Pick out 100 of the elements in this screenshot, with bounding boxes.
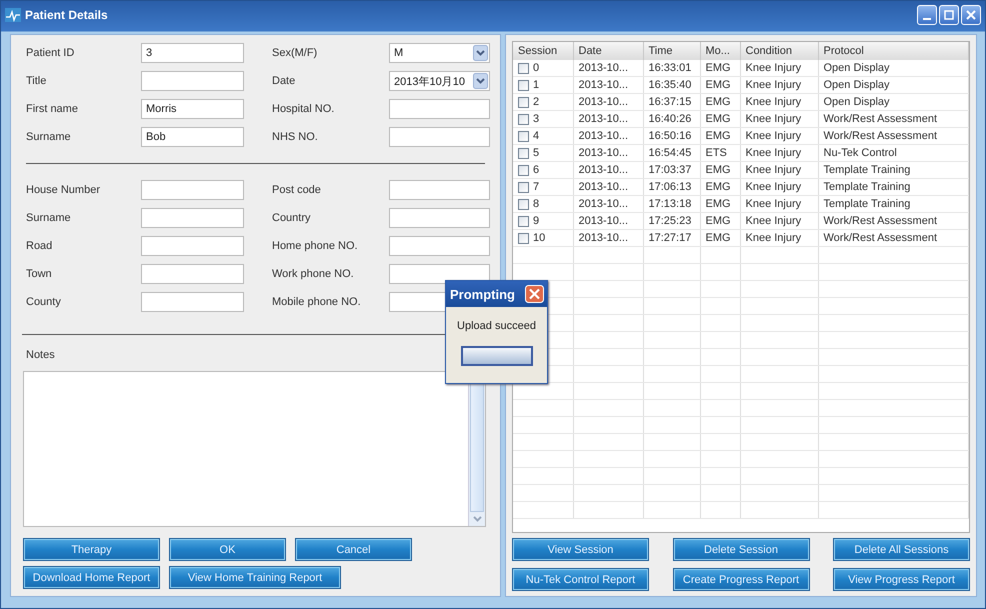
table-cell: 16:35:40 xyxy=(648,79,692,91)
table-cell: EMG xyxy=(706,164,731,176)
table-cell: EMG xyxy=(706,96,731,108)
row-checkbox[interactable] xyxy=(518,216,529,226)
table-cell: Template Training xyxy=(824,198,910,210)
table-cell: EMG xyxy=(706,232,731,244)
input-field[interactable]: Morris xyxy=(141,99,244,119)
table-cell: 17:25:23 xyxy=(648,215,692,227)
minimize-button[interactable] xyxy=(917,5,937,25)
action-button[interactable]: OK xyxy=(169,538,286,561)
action-button[interactable]: Therapy xyxy=(23,538,160,561)
dropdown[interactable]: 2013年10月10 xyxy=(389,71,490,91)
field-label: Patient ID xyxy=(26,47,76,59)
table-cell: Template Training xyxy=(824,164,910,176)
column-header[interactable]: Session xyxy=(513,42,573,60)
maximize-icon xyxy=(944,10,954,20)
table-cell: 10 xyxy=(533,232,546,244)
row-checkbox[interactable] xyxy=(518,62,529,74)
row-checkbox[interactable] xyxy=(518,182,529,192)
dialog-title: Prompting xyxy=(450,286,515,302)
table-cell: 2 xyxy=(533,96,540,108)
table-cell: 16:50:16 xyxy=(648,130,692,142)
row-checkbox[interactable] xyxy=(518,80,529,90)
table-cell: 9 xyxy=(533,215,540,227)
field-label: Home phone NO. xyxy=(272,240,359,252)
row-checkbox[interactable] xyxy=(518,114,529,124)
input-field[interactable] xyxy=(141,292,244,312)
dialog-button[interactable] xyxy=(460,346,532,366)
input-field[interactable] xyxy=(389,180,490,200)
field-label: Title xyxy=(26,75,48,87)
notes-field[interactable] xyxy=(23,371,486,527)
action-button[interactable]: View Progress Report xyxy=(833,568,970,591)
input-field[interactable] xyxy=(141,180,244,200)
input-field[interactable] xyxy=(141,264,244,284)
column-header[interactable]: Time xyxy=(643,42,700,60)
input-field[interactable]: Bob xyxy=(141,127,244,147)
table-cell: 2013-10... xyxy=(578,113,628,125)
action-button[interactable]: Delete Session xyxy=(672,538,810,561)
table-cell: Template Training xyxy=(824,181,910,193)
input-field[interactable] xyxy=(389,236,490,256)
table-cell: 17:13:18 xyxy=(648,198,692,210)
field-label: Date xyxy=(272,75,296,87)
action-button[interactable]: Cancel xyxy=(295,538,412,561)
column-header[interactable]: Mo... xyxy=(700,42,740,60)
table-cell: EMG xyxy=(706,62,731,74)
table-cell: 2013-10... xyxy=(578,164,628,176)
table-cell: 0 xyxy=(533,62,540,74)
table-cell: 17:06:13 xyxy=(648,181,692,193)
field-label: Road xyxy=(26,240,54,252)
field-label: Hospital NO. xyxy=(272,103,336,115)
column-header[interactable]: Protocol xyxy=(818,42,968,60)
action-button[interactable]: Download Home Report xyxy=(23,566,160,589)
field-label: Country xyxy=(272,212,312,224)
minimize-icon xyxy=(923,18,931,20)
row-checkbox[interactable] xyxy=(518,148,529,158)
table-cell: Knee Injury xyxy=(746,215,802,227)
action-button[interactable]: View Session xyxy=(512,538,649,561)
close-button[interactable] xyxy=(961,5,981,25)
maximize-button[interactable] xyxy=(939,5,959,25)
field-label: Surname xyxy=(26,212,72,224)
input-field[interactable]: 3 xyxy=(141,43,244,63)
row-checkbox[interactable] xyxy=(518,96,529,108)
table-cell: Knee Injury xyxy=(746,232,802,244)
table-cell: EMG xyxy=(706,113,731,125)
row-checkbox[interactable] xyxy=(518,232,529,244)
column-header[interactable]: Date xyxy=(573,42,643,60)
field-label: NHS NO. xyxy=(272,131,319,143)
close-icon[interactable] xyxy=(525,285,544,303)
table-cell: 16:33:01 xyxy=(648,62,692,74)
field-label: Sex(M/F) xyxy=(272,47,318,59)
row-checkbox[interactable] xyxy=(518,164,529,176)
action-button[interactable]: Delete All Sessions xyxy=(833,538,970,561)
input-field[interactable] xyxy=(141,71,244,91)
table-cell: Knee Injury xyxy=(746,181,802,193)
input-field[interactable] xyxy=(141,208,244,228)
input-field[interactable] xyxy=(389,127,490,147)
field-label: Town xyxy=(26,268,53,280)
table-cell: Open Display xyxy=(824,79,890,91)
input-field[interactable] xyxy=(389,208,490,228)
table-cell: 2013-10... xyxy=(578,215,628,227)
table-cell: Open Display xyxy=(824,62,890,74)
table-cell: EMG xyxy=(706,198,731,210)
table-cell: Knee Injury xyxy=(746,96,802,108)
input-field[interactable] xyxy=(141,236,244,256)
column-header[interactable]: Condition xyxy=(740,42,818,60)
table-cell: 4 xyxy=(533,130,540,142)
input-field[interactable] xyxy=(389,264,490,284)
row-checkbox[interactable] xyxy=(518,130,529,142)
field-label: First name xyxy=(26,103,79,115)
action-button[interactable]: View Home Training Report xyxy=(169,566,341,589)
table-cell: EMG xyxy=(706,215,731,227)
dropdown[interactable]: M xyxy=(389,43,490,63)
row-checkbox[interactable] xyxy=(518,198,529,210)
action-button[interactable]: Create Progress Report xyxy=(672,568,810,591)
input-field[interactable] xyxy=(389,99,490,119)
table-cell: 17:27:17 xyxy=(648,232,692,244)
table-cell: 2013-10... xyxy=(578,79,628,91)
action-button[interactable]: Nu-Tek Control Report xyxy=(512,568,649,591)
table-cell: Open Display xyxy=(824,96,890,108)
table-cell: 6 xyxy=(533,164,540,176)
